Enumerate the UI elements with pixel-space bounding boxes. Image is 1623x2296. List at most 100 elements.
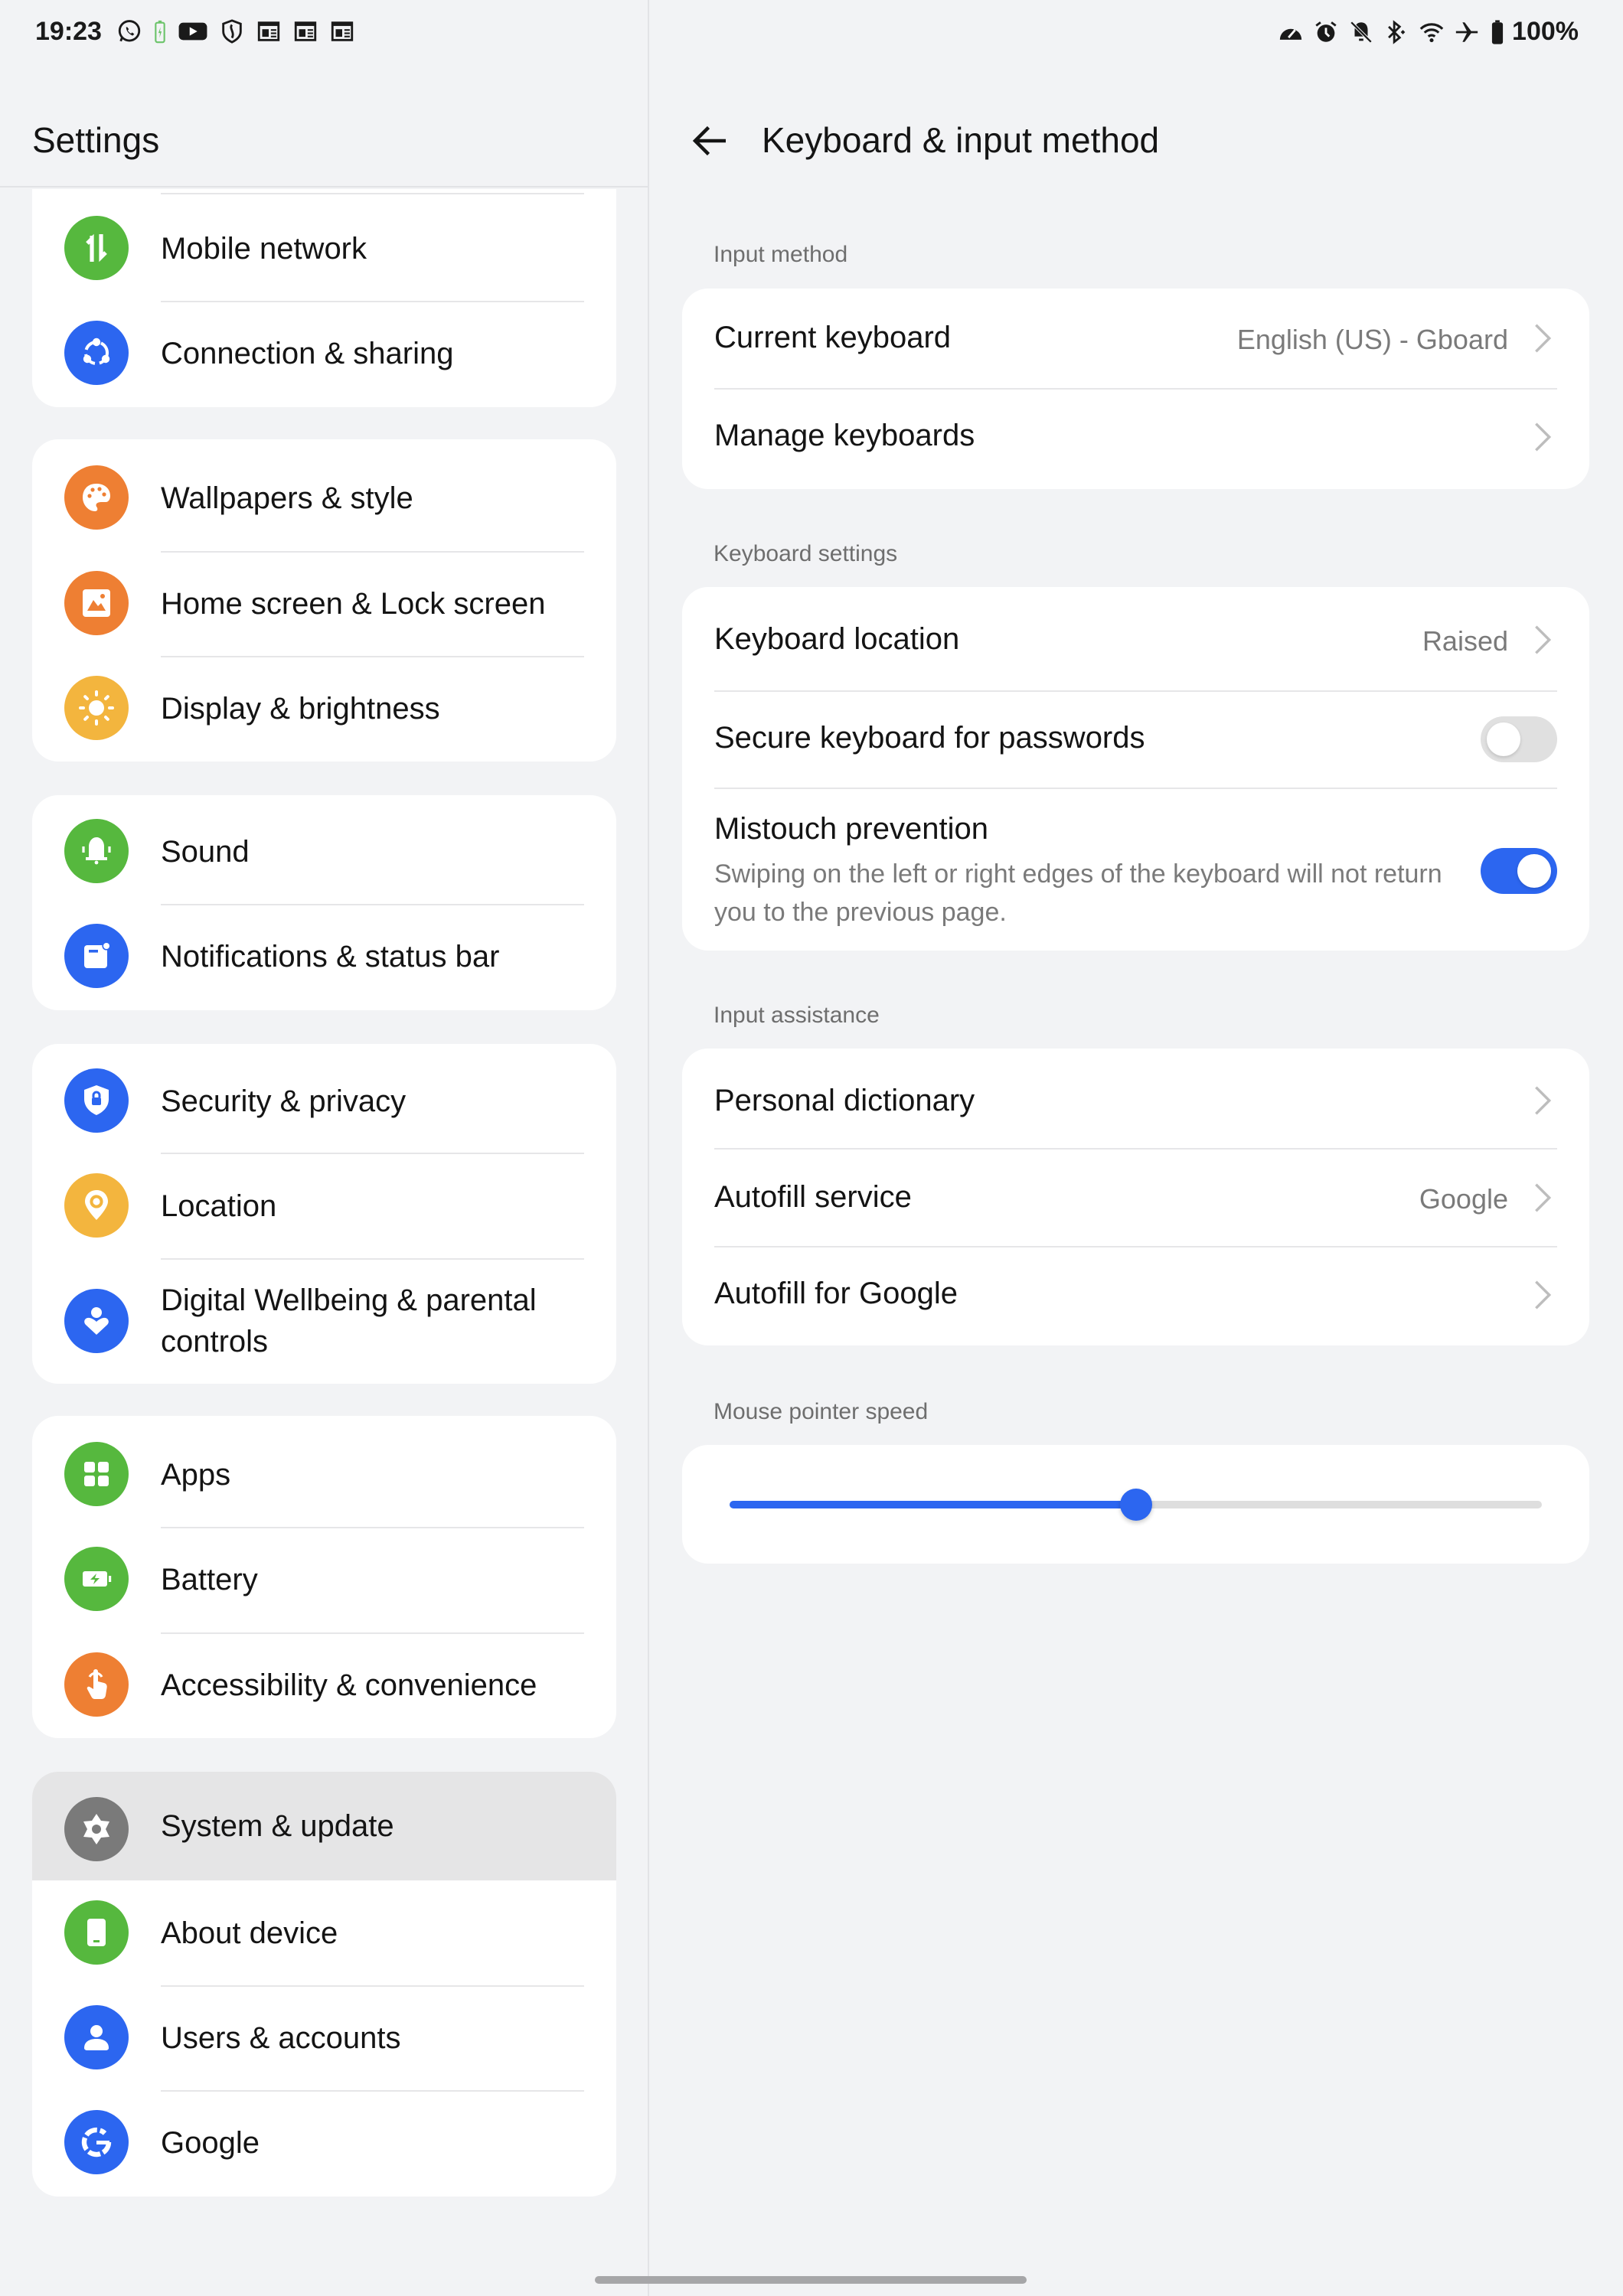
mistouch-prevention-toggle[interactable] xyxy=(1481,848,1557,894)
sidebar-item-mobile-network[interactable]: Mobile network xyxy=(32,196,616,301)
phone-icon xyxy=(64,1900,129,1965)
secure-keyboard-toggle[interactable] xyxy=(1481,716,1557,762)
sidebar-item-label: Apps xyxy=(161,1457,231,1492)
battery-charging-icon xyxy=(64,1547,129,1611)
bell-off-icon xyxy=(1350,21,1373,43)
section-label-input-assistance: Input assistance xyxy=(714,1003,880,1028)
sidebar-item-security-privacy[interactable]: Security & privacy xyxy=(32,1049,616,1153)
location-pin-icon xyxy=(64,1173,129,1238)
keyboard-input-pane: Keyboard & input method Input method Cur… xyxy=(649,64,1623,2296)
sidebar-item-label: Users & accounts xyxy=(161,2020,401,2055)
bell-icon xyxy=(64,819,129,883)
page-title: Keyboard & input method xyxy=(762,120,1160,160)
user-icon xyxy=(64,2005,129,2069)
keyboard-settings-card: Keyboard location Raised Secure keyboard… xyxy=(682,587,1589,951)
sidebar-item-label: Accessibility & convenience xyxy=(161,1668,537,1702)
secure-keyboard-label: Secure keyboard for passwords xyxy=(714,721,1145,755)
current-keyboard-value: English (US) - Gboard xyxy=(1236,324,1508,355)
sidebar-item-wallpapers-style[interactable]: Wallpapers & style xyxy=(32,445,616,550)
autofill-service-label: Autofill service xyxy=(714,1180,912,1214)
keyboard-location-label: Keyboard location xyxy=(714,622,960,656)
chevron-right-icon xyxy=(1535,625,1552,654)
sidebar-item-label: Wallpapers & style xyxy=(161,481,413,515)
settings-group-system: System & update About device Users & acc… xyxy=(32,1772,616,2197)
sidebar-item-label: Display & brightness xyxy=(161,691,440,726)
status-bar: 19:23 100% xyxy=(0,0,1623,64)
mistouch-prevention-description: Swiping on the left or right edges of th… xyxy=(714,859,1442,927)
wifi-icon xyxy=(1419,22,1444,42)
personal-dictionary-row[interactable]: Personal dictionary xyxy=(682,1049,1589,1146)
chevron-right-icon xyxy=(1535,324,1552,353)
settings-list-pane: Settings Mobile network Connection & sha… xyxy=(0,64,649,2296)
whatsapp-icon xyxy=(118,20,141,42)
battery-percent: 100% xyxy=(1512,17,1579,46)
manage-keyboards-label: Manage keyboards xyxy=(714,419,975,452)
sidebar-item-label: Security & privacy xyxy=(161,1084,407,1118)
sidebar-item-label: Google xyxy=(161,2125,260,2160)
sidebar-item-users-accounts[interactable]: Users & accounts xyxy=(32,1985,616,2090)
sidebar-item-label: Mobile network xyxy=(161,231,367,266)
settings-group-sound-notifications: Sound Notifications & status bar xyxy=(32,795,616,1010)
sidebar-item-about-device[interactable]: About device xyxy=(32,1880,616,1985)
bluetooth-icon xyxy=(1388,19,1406,44)
sidebar-item-label: Battery xyxy=(161,1562,258,1596)
section-label-keyboard-settings: Keyboard settings xyxy=(714,541,898,566)
sidebar-item-digital-wellbeing[interactable]: Digital Wellbeing & parental controls xyxy=(32,1260,616,1382)
mobile-data-icon xyxy=(64,216,129,280)
mistouch-prevention-row[interactable]: Mistouch prevention Swiping on the left … xyxy=(682,789,1589,951)
autofill-for-google-label: Autofill for Google xyxy=(714,1277,958,1310)
input-assistance-card: Personal dictionary Autofill service Goo… xyxy=(682,1049,1589,1345)
news-icon xyxy=(331,21,354,41)
sidebar-item-label: Home screen & Lock screen xyxy=(161,586,546,621)
current-keyboard-row[interactable]: Current keyboard English (US) - Gboard xyxy=(682,289,1589,388)
home-indicator[interactable] xyxy=(595,2276,1027,2284)
alarm-icon xyxy=(1315,21,1337,42)
battery-icon xyxy=(1491,19,1504,44)
settings-group-personalization: Wallpapers & style Home screen & Lock sc… xyxy=(32,439,616,762)
youtube-icon xyxy=(178,22,207,41)
image-icon xyxy=(64,571,129,635)
chevron-right-icon xyxy=(1535,1086,1552,1115)
sidebar-item-accessibility[interactable]: Accessibility & convenience xyxy=(32,1632,616,1737)
settings-group-apps: Apps Battery Accessibility & convenience xyxy=(32,1416,616,1738)
sidebar-item-label: Connection & sharing xyxy=(161,336,454,370)
sidebar-item-notifications-status-bar[interactable]: Notifications & status bar xyxy=(32,904,616,1009)
news-icon xyxy=(257,21,280,41)
sidebar-item-battery[interactable]: Battery xyxy=(32,1527,616,1632)
sidebar-item-label: Location xyxy=(161,1189,277,1223)
palette-icon xyxy=(64,465,129,530)
chevron-right-icon xyxy=(1535,422,1552,452)
autofill-service-value: Google xyxy=(1419,1183,1508,1215)
news-icon xyxy=(294,21,317,41)
shield-icon xyxy=(222,19,242,44)
sidebar-item-location[interactable]: Location xyxy=(32,1153,616,1258)
touch-hand-icon xyxy=(64,1652,129,1717)
shield-lock-icon xyxy=(64,1068,129,1133)
current-keyboard-label: Current keyboard xyxy=(714,321,952,354)
page-title: Settings xyxy=(32,120,160,160)
manage-keyboards-row[interactable]: Manage keyboards xyxy=(682,390,1589,489)
sidebar-item-connection-sharing[interactable]: Connection & sharing xyxy=(32,301,616,406)
apps-grid-icon xyxy=(64,1442,129,1506)
chevron-right-icon xyxy=(1535,1183,1552,1212)
sidebar-item-display-brightness[interactable]: Display & brightness xyxy=(32,656,616,761)
autofill-for-google-row[interactable]: Autofill for Google xyxy=(682,1247,1589,1345)
sidebar-item-label: Notifications & status bar xyxy=(161,939,500,974)
personal-dictionary-label: Personal dictionary xyxy=(714,1084,975,1117)
airplane-icon xyxy=(1455,21,1478,42)
sidebar-item-label: About device xyxy=(161,1916,338,1950)
back-arrow-icon[interactable] xyxy=(687,118,733,164)
keyboard-location-row[interactable]: Keyboard location Raised xyxy=(682,587,1589,687)
settings-group-privacy: Security & privacy Location Digital Well… xyxy=(32,1044,616,1384)
mouse-pointer-speed-slider[interactable] xyxy=(730,1489,1542,1521)
sidebar-item-system-update[interactable]: System & update xyxy=(32,1772,616,1880)
secure-keyboard-row[interactable]: Secure keyboard for passwords xyxy=(682,692,1589,787)
section-label-input-method: Input method xyxy=(714,242,848,267)
sidebar-item-google[interactable]: Google xyxy=(32,2090,616,2195)
slider-thumb[interactable] xyxy=(1119,1489,1152,1521)
sidebar-item-home-lock-screen[interactable]: Home screen & Lock screen xyxy=(32,551,616,656)
battery-saver-icon xyxy=(155,20,165,44)
sidebar-item-apps[interactable]: Apps xyxy=(32,1422,616,1527)
autofill-service-row[interactable]: Autofill service Google xyxy=(682,1150,1589,1246)
sidebar-item-sound[interactable]: Sound xyxy=(32,799,616,904)
